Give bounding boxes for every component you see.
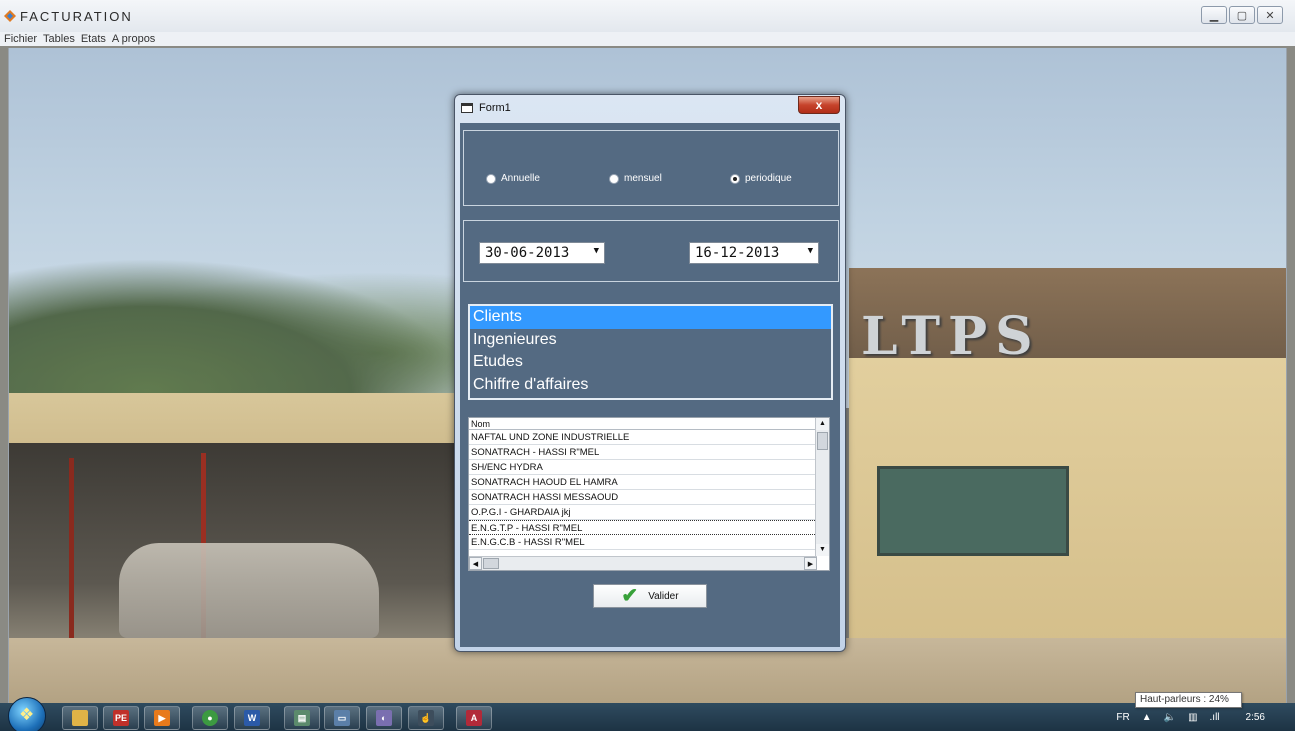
scroll-thumb[interactable]	[817, 432, 828, 450]
app-title: FACTURATION	[20, 9, 133, 24]
taskbar-facturation-button[interactable]: ▤	[284, 706, 320, 730]
taskbar-pe-button[interactable]: PE	[103, 706, 139, 730]
table-row[interactable]: SONATRACH HAOUD EL HAMRA	[469, 475, 815, 490]
show-hidden-icons-icon[interactable]: ▲	[1142, 712, 1152, 723]
radio-annuelle[interactable]: Annuelle	[486, 173, 540, 184]
background-pole	[69, 458, 74, 638]
clock[interactable]: 2:56	[1246, 712, 1265, 723]
radio-mensuel[interactable]: mensuel	[609, 173, 662, 184]
main-titlebar: FACTURATION ▁ ▢ ✕	[0, 0, 1295, 32]
radio-label: periodique	[745, 173, 792, 184]
clients-grid: Nom NAFTAL UND ZONE INDUSTRIELLE SONATRA…	[468, 417, 830, 571]
menu-a-propos[interactable]: A propos	[112, 33, 155, 45]
menu-bar: Fichier Tables Etats A propos	[0, 32, 1295, 46]
table-row[interactable]: O.P.G.I - GHARDAIA jkj	[469, 505, 815, 520]
date-to-picker[interactable]: 16-12-2013 ▼	[689, 242, 819, 264]
paint-icon: ◐	[376, 710, 392, 726]
radio-periodique[interactable]: periodique	[730, 173, 792, 184]
date-from-picker[interactable]: 30-06-2013 ▼	[479, 242, 605, 264]
chrome-icon: ●	[202, 710, 218, 726]
table-row[interactable]: SONATRACH - HASSI R"MEL	[469, 445, 815, 460]
dropdown-arrow-icon[interactable]: ▼	[808, 246, 813, 256]
folder-icon	[72, 710, 88, 726]
app-icon	[4, 10, 16, 22]
background-car	[119, 543, 379, 638]
table-row-focused[interactable]: E.N.G.T.P - HASSI R"MEL	[469, 520, 815, 535]
scroll-down-icon[interactable]: ▼	[816, 544, 829, 556]
date-to-value: 16-12-2013	[695, 245, 780, 261]
table-row[interactable]: SONATRACH HASSI MESSAOUD	[469, 490, 815, 505]
taskbar-word-button[interactable]: W	[234, 706, 270, 730]
scroll-left-icon[interactable]: ◀	[469, 557, 482, 570]
category-item-clients[interactable]: Clients	[470, 306, 831, 329]
media-player-icon: ▶	[154, 710, 170, 726]
period-group: Annuelle mensuel periodique	[463, 130, 839, 206]
form-body: Annuelle mensuel periodique 30-06-2013 ▼…	[460, 123, 840, 647]
scroll-right-icon[interactable]: ▶	[804, 557, 817, 570]
valider-label: Valider	[648, 590, 679, 602]
taskbar-chrome-button[interactable]: ●	[192, 706, 228, 730]
valider-button[interactable]: ✔ Valider	[593, 584, 707, 608]
form-close-button[interactable]: x	[798, 96, 840, 114]
table-row[interactable]: NAFTAL UND ZONE INDUSTRIELLE	[469, 430, 815, 445]
table-row[interactable]: SH/ENC HYDRA	[469, 460, 815, 475]
taskbar-cursor-button[interactable]: ☝	[408, 706, 444, 730]
form-icon	[461, 103, 473, 113]
radio-label: mensuel	[624, 173, 662, 184]
word-icon: W	[244, 710, 260, 726]
radio-dot-checked-icon	[730, 173, 740, 184]
menu-tables[interactable]: Tables	[43, 33, 75, 45]
window-icon: ▭	[334, 710, 350, 726]
radio-dot-icon	[609, 173, 619, 184]
scroll-up-icon[interactable]: ▲	[816, 418, 829, 430]
form1-dialog: Form1 x Annuelle mensuel periodique 30-0…	[454, 94, 846, 652]
window-controls: ▁ ▢ ✕	[1201, 6, 1283, 24]
taskbar-window-button[interactable]: ▭	[324, 706, 360, 730]
start-button[interactable]	[8, 697, 46, 731]
pe-icon: PE	[113, 710, 129, 726]
signal-icon[interactable]: .ıll	[1210, 712, 1220, 723]
close-button[interactable]: ✕	[1257, 6, 1283, 24]
maximize-button[interactable]: ▢	[1229, 6, 1255, 24]
checkmark-icon: ✔	[621, 585, 639, 607]
background-window	[877, 466, 1069, 556]
taskbar-paint-button[interactable]: ◐	[366, 706, 402, 730]
category-list: Clients Ingenieures Etudes Chiffre d'aff…	[468, 304, 833, 400]
form-title: Form1	[479, 102, 511, 114]
category-item-chiffre-affaires[interactable]: Chiffre d'affaires	[470, 374, 831, 397]
menu-etats[interactable]: Etats	[81, 33, 106, 45]
scroll-thumb[interactable]	[483, 558, 499, 569]
table-row[interactable]: E.N.G.C.B - HASSI R"MEL	[469, 535, 815, 550]
language-indicator[interactable]: FR	[1116, 712, 1129, 723]
horizontal-scrollbar[interactable]: ◀ ▶	[469, 556, 817, 570]
volume-tooltip: Haut-parleurs : 24%	[1135, 692, 1242, 708]
speaker-icon[interactable]: 🔈	[1164, 712, 1176, 723]
category-item-ingenieures[interactable]: Ingenieures	[470, 329, 831, 352]
radio-label: Annuelle	[501, 173, 540, 184]
grid-column-header[interactable]: Nom	[469, 418, 815, 430]
minimize-button[interactable]: ▁	[1201, 6, 1227, 24]
taskbar-media-button[interactable]: ▶	[144, 706, 180, 730]
access-icon: A	[466, 710, 482, 726]
dropdown-arrow-icon[interactable]: ▼	[594, 246, 599, 256]
app-window-icon: ▤	[294, 710, 310, 726]
vertical-scrollbar[interactable]: ▲ ▼	[815, 418, 829, 556]
network-icon[interactable]: ▥	[1188, 712, 1197, 723]
radio-dot-icon	[486, 173, 496, 184]
taskbar: PE ▶ ● W ▤ ▭ ◐ ☝ A FR ▲ 🔈 ▥ .ıll 2:56	[0, 697, 1295, 731]
hand-cursor-icon: ☝	[418, 710, 434, 726]
date-from-value: 30-06-2013	[485, 245, 570, 261]
background-sign: LTPS	[861, 306, 1041, 367]
menu-fichier[interactable]: Fichier	[4, 33, 37, 45]
category-item-etudes[interactable]: Etudes	[470, 351, 831, 374]
taskbar-explorer-button[interactable]	[62, 706, 98, 730]
taskbar-access-button[interactable]: A	[456, 706, 492, 730]
